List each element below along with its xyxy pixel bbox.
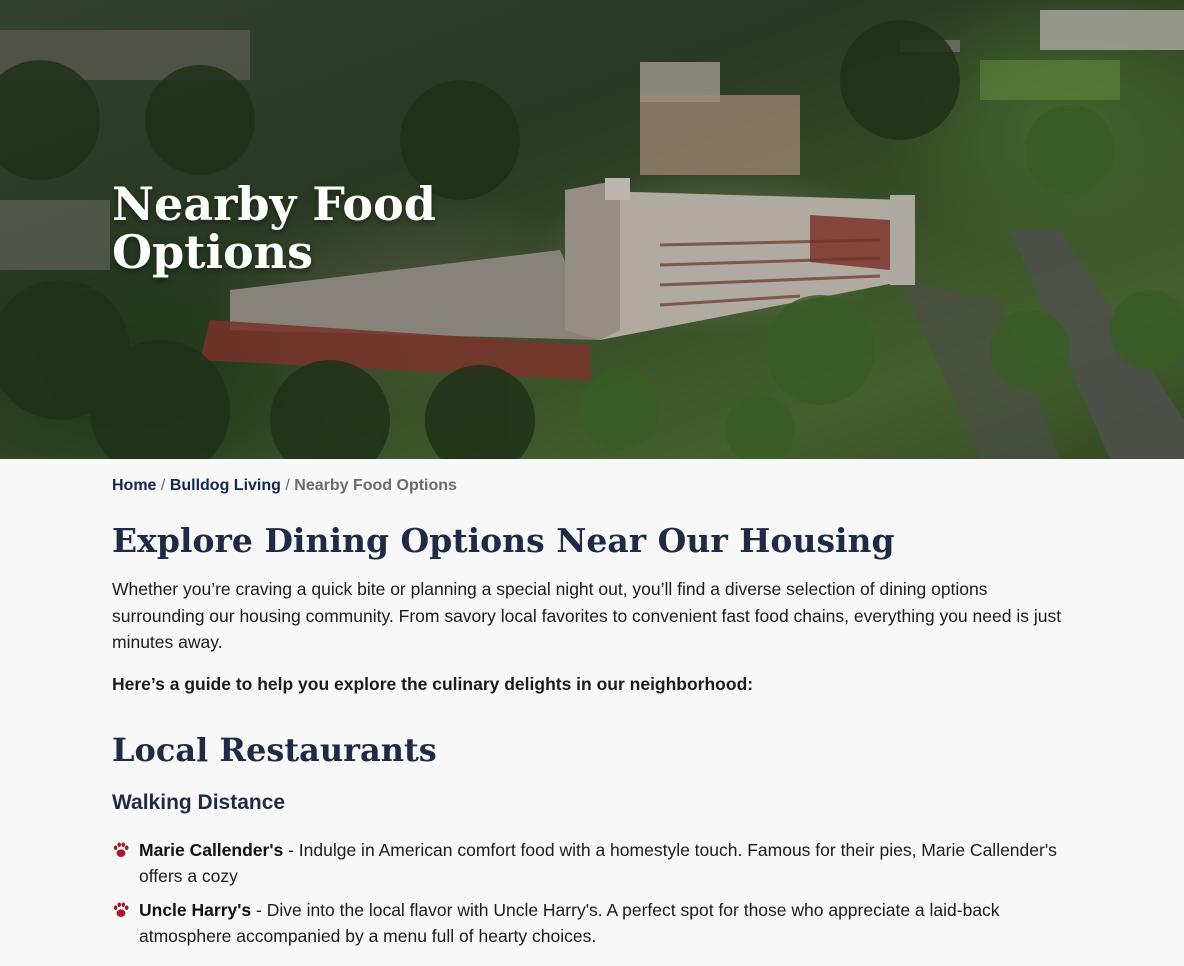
paw-icon (113, 841, 129, 857)
restaurant-description: - Dive into the local flavor with Uncle … (139, 899, 1000, 947)
breadcrumb-separator: / (285, 477, 290, 494)
section-heading-local-restaurants: Local Restaurants (112, 730, 437, 769)
intro-paragraph: Whether you’re craving a quick bite or p… (112, 579, 1062, 652)
page-heading: Explore Dining Options Near Our Housing (112, 521, 895, 560)
list-item: Uncle Harry's - Dive into the local flav… (112, 897, 1072, 950)
restaurant-name: Uncle Harry's (139, 899, 252, 920)
sub-heading-walking-distance: Walking Distance (112, 790, 286, 814)
hero-banner: Nearby Food Options (0, 0, 1184, 459)
breadcrumb: Home / Bulldog Living / Nearby Food Opti… (112, 477, 1072, 495)
breadcrumb-bulldog-living-link[interactable]: Bulldog Living (170, 477, 281, 494)
list-item: Marie Callender's - Indulge in American … (112, 837, 1072, 890)
breadcrumb-home-link[interactable]: Home (112, 477, 156, 494)
breadcrumb-current: Nearby Food Options (294, 477, 457, 494)
hero-title: Nearby Food Options (112, 177, 436, 279)
paw-icon (113, 901, 129, 917)
breadcrumb-separator: / (160, 477, 166, 494)
restaurant-list: Marie Callender's - Indulge in American … (112, 837, 1072, 950)
restaurant-name: Marie Callender's (139, 839, 284, 860)
guide-text: Here’s a guide to help you explore the c… (112, 673, 754, 694)
main-content: Home / Bulldog Living / Nearby Food Opti… (112, 459, 1072, 957)
